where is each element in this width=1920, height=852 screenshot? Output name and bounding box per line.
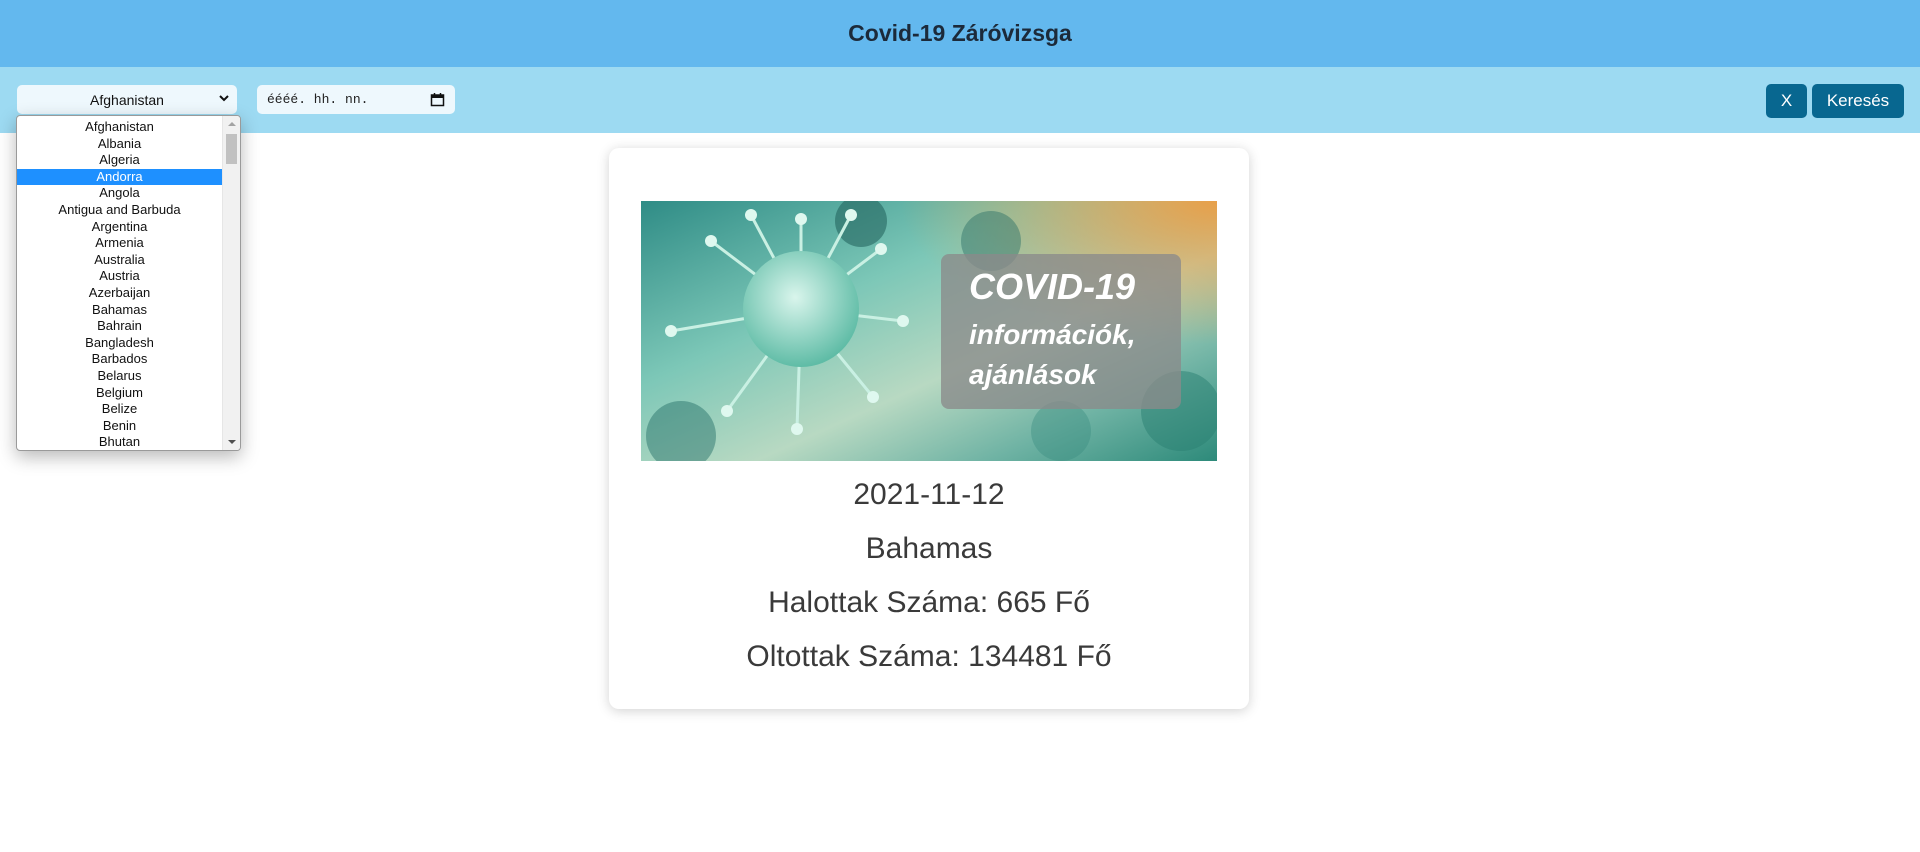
country-option[interactable]: Argentina	[17, 219, 222, 236]
scrollbar-thumb[interactable]	[226, 134, 237, 164]
country-option[interactable]: Belgium	[17, 385, 222, 402]
result-country: Bahamas	[865, 532, 993, 565]
banner-title: COVID-19	[969, 266, 1135, 307]
search-button[interactable]: Keresés	[1812, 84, 1904, 118]
country-select-value: Afghanistan	[90, 91, 164, 108]
country-option[interactable]: Benin	[17, 418, 222, 435]
banner-line-2: információk,	[969, 319, 1135, 350]
date-input-placeholder: éééé. hh. nn.	[267, 92, 369, 107]
country-option[interactable]: Azerbaijan	[17, 285, 222, 302]
virus-image: COVID-19 információk, ajánlások	[641, 201, 1217, 461]
country-option[interactable]: Austria	[17, 268, 222, 285]
country-option[interactable]: Algeria	[17, 152, 222, 169]
country-option[interactable]: Australia	[17, 252, 222, 269]
country-option[interactable]: Albania	[17, 136, 222, 153]
country-option[interactable]: Bangladesh	[17, 335, 222, 352]
country-option[interactable]: Belarus	[17, 368, 222, 385]
app-header: Covid-19 Záróvizsga	[0, 0, 1920, 67]
clear-button[interactable]: X	[1766, 84, 1807, 118]
country-options: Afghanistan Albania Algeria Andorra Angola An…	[17, 116, 222, 450]
country-option[interactable]: Afghanistan	[17, 119, 222, 136]
result-vaccinated: Oltottak Száma: 134481 Fő	[746, 640, 1112, 673]
country-option[interactable]: Bahamas	[17, 302, 222, 319]
country-option[interactable]: Belize	[17, 401, 222, 418]
date-input[interactable]: éééé. hh. nn.	[257, 85, 455, 114]
chevron-down-icon	[219, 95, 229, 102]
calendar-icon[interactable]	[430, 92, 445, 107]
country-option[interactable]: Andorra	[17, 168, 222, 186]
country-option[interactable]: Armenia	[17, 235, 222, 252]
scroll-up-arrow-icon[interactable]	[223, 117, 240, 131]
country-option[interactable]: Angola	[17, 185, 222, 202]
scroll-down-arrow-icon[interactable]	[223, 435, 240, 449]
result-deaths: Halottak Száma: 665 Fő	[768, 586, 1090, 619]
result-card: COVID-19 információk, ajánlások 2021-11-…	[609, 148, 1249, 709]
country-option[interactable]: Antigua and Barbuda	[17, 202, 222, 219]
country-select[interactable]: Afghanistan	[17, 85, 237, 114]
dropdown-scrollbar[interactable]	[222, 116, 240, 450]
country-dropdown-list[interactable]: Afghanistan Albania Algeria Andorra Angola An…	[16, 115, 241, 451]
page-title: Covid-19 Záróvizsga	[848, 20, 1072, 46]
country-option[interactable]: Barbados	[17, 351, 222, 368]
result-date: 2021-11-12	[853, 478, 1005, 511]
country-option[interactable]: Bahrain	[17, 318, 222, 335]
banner-line-3: ajánlások	[969, 359, 1098, 390]
country-option[interactable]: Bhutan	[17, 434, 222, 450]
